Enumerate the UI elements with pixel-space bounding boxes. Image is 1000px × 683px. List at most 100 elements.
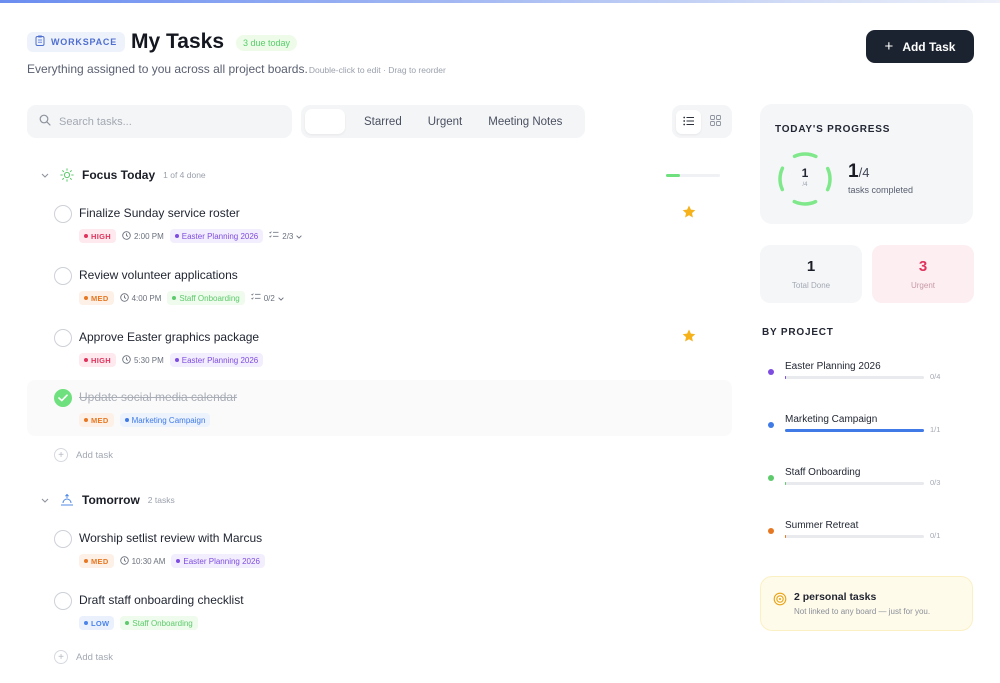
due-time-label: 10:30 AM: [131, 556, 166, 566]
project-progress-bar: [785, 535, 924, 538]
add-task-row[interactable]: + Add task: [54, 650, 113, 664]
project-count: 0/4: [930, 372, 941, 381]
section-count: 2 tasks: [147, 495, 175, 505]
plus-icon: +: [884, 38, 894, 55]
subtask-toggle[interactable]: 0/2: [250, 293, 284, 303]
search-box[interactable]: [27, 105, 292, 138]
chevron-down-icon[interactable]: [40, 170, 50, 180]
workspace-chip[interactable]: WORKSPACE: [27, 32, 126, 52]
task-row[interactable]: Finalize Sunday service roster HIGH 2:00…: [27, 202, 732, 258]
project-progress-fill: [785, 376, 787, 379]
personal-tasks-subtitle: Not linked to any board — just for you.: [794, 607, 931, 616]
project-name: Staff Onboarding: [785, 467, 861, 478]
chevron-down-icon: [278, 294, 284, 303]
clock-icon: [122, 230, 131, 242]
project-tag-label: Easter Planning 2026: [181, 355, 259, 365]
priority-badge: MED: [79, 413, 114, 427]
task-meta: HIGH 2:00 PM Easter Planning 2026 2/3: [79, 229, 303, 243]
search-input[interactable]: [59, 115, 269, 128]
list-view-button[interactable]: [676, 109, 701, 134]
urgent-stat[interactable]: 3 Urgent: [872, 245, 974, 303]
task-checkbox[interactable]: [54, 329, 72, 347]
project-name: Summer Retreat: [785, 520, 859, 531]
checklist-icon: [269, 231, 279, 241]
task-checkbox[interactable]: [54, 267, 72, 285]
personal-tasks-card[interactable]: 2 personal tasks Not linked to any board…: [760, 576, 973, 631]
project-progress-fill: [785, 482, 787, 485]
project-count: 0/1: [930, 531, 941, 540]
filter-tabs: Starred Urgent Meeting Notes: [301, 105, 585, 138]
task-checkbox[interactable]: [54, 592, 72, 610]
project-dot: [768, 369, 774, 375]
priority-label: MED: [91, 293, 109, 303]
project-tag[interactable]: Staff Onboarding: [167, 291, 245, 305]
task-row-completed[interactable]: Update social media calendar MED Marketi…: [27, 380, 732, 436]
subtask-toggle[interactable]: 2/3: [269, 231, 303, 241]
task-row[interactable]: Review volunteer applications MED 4:00 P…: [27, 264, 732, 320]
task-row[interactable]: Approve Easter graphics package HIGH 5:3…: [27, 326, 732, 382]
star-icon[interactable]: [681, 204, 697, 220]
task-meta: LOW Staff Onboarding: [79, 616, 198, 630]
project-tag-label: Staff Onboarding: [179, 293, 240, 303]
task-title[interactable]: Review volunteer applications: [79, 268, 238, 282]
task-title[interactable]: Worship setlist review with Marcus: [79, 531, 262, 545]
task-meta: MED Marketing Campaign: [79, 413, 211, 427]
edit-hint: Double-click to edit · Drag to reorder: [308, 65, 446, 75]
priority-label: HIGH: [91, 355, 111, 365]
due-time: 5:30 PM: [122, 354, 164, 366]
task-row[interactable]: Worship setlist review with Marcus MED 1…: [27, 527, 732, 583]
task-title[interactable]: Draft staff onboarding checklist: [79, 593, 244, 607]
project-name: Marketing Campaign: [785, 414, 878, 425]
chevron-down-icon[interactable]: [40, 495, 50, 505]
project-progress-item[interactable]: Summer Retreat 0/1: [765, 520, 975, 560]
section-count: 1 of 4 done: [163, 170, 206, 180]
project-tag[interactable]: Staff Onboarding: [120, 616, 198, 630]
task-title[interactable]: Approve Easter graphics package: [79, 330, 259, 344]
section-progress-bar: [666, 174, 720, 177]
clock-icon: [119, 555, 129, 567]
ring-value: 1: [801, 166, 809, 180]
project-progress-fill: [785, 429, 924, 432]
due-time-label: 2:00 PM: [133, 231, 164, 241]
grid-icon: [710, 113, 721, 131]
total-count: /4: [858, 165, 870, 180]
project-tag[interactable]: Easter Planning 2026: [171, 554, 265, 568]
filter-tab-meeting-notes[interactable]: Meeting Notes: [475, 109, 575, 134]
target-icon: [773, 592, 787, 606]
project-count: 1/1: [930, 425, 941, 434]
grid-view-button[interactable]: [703, 110, 728, 134]
task-row[interactable]: Draft staff onboarding checklist LOW Sta…: [27, 589, 732, 645]
section-progress-fill: [666, 174, 680, 177]
top-accent-line: [0, 0, 1000, 3]
subtask-count: 2/3: [282, 231, 294, 241]
task-title[interactable]: Finalize Sunday service roster: [79, 206, 240, 220]
total-done-stat: 1 Total Done: [760, 245, 862, 303]
filter-tab-all[interactable]: [305, 109, 345, 134]
add-task-row[interactable]: + Add task: [54, 448, 113, 462]
project-tag[interactable]: Marketing Campaign: [119, 413, 211, 427]
add-task-row-label: Add task: [76, 449, 113, 461]
check-icon: [58, 389, 68, 407]
due-time-label: 4:00 PM: [131, 293, 162, 303]
by-project-heading: BY PROJECT: [762, 327, 834, 338]
star-icon[interactable]: [681, 328, 697, 344]
project-tag[interactable]: Easter Planning 2026: [169, 229, 264, 243]
task-checkbox[interactable]: [54, 205, 72, 223]
task-title[interactable]: Update social media calendar: [79, 390, 237, 404]
urgent-label: Urgent: [910, 281, 935, 290]
project-progress-item[interactable]: Easter Planning 2026 0/4: [765, 361, 975, 401]
task-checkbox-checked[interactable]: [54, 389, 72, 407]
add-task-button[interactable]: + Add Task: [866, 30, 974, 63]
section-header-focus-today: Focus Today 1 of 4 done: [40, 168, 206, 182]
section-header-tomorrow: Tomorrow 2 tasks: [40, 493, 175, 507]
ring-of: /4: [802, 182, 808, 188]
priority-label: HIGH: [91, 231, 111, 241]
filter-tab-starred[interactable]: Starred: [351, 109, 415, 134]
project-progress-item[interactable]: Marketing Campaign 1/1: [765, 414, 975, 454]
filter-tab-urgent[interactable]: Urgent: [415, 109, 476, 134]
task-checkbox[interactable]: [54, 530, 72, 548]
subtitle-text: Everything assigned to you across all pr…: [27, 62, 308, 76]
project-progress-item[interactable]: Staff Onboarding 0/3: [765, 467, 975, 507]
project-tag[interactable]: Easter Planning 2026: [169, 353, 264, 367]
project-tag-label: Marketing Campaign: [131, 415, 206, 425]
